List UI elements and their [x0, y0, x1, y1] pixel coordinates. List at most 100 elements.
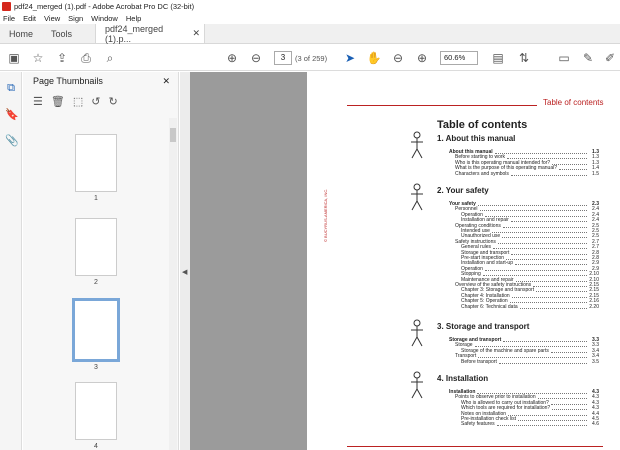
delete-icon[interactable]: 🗑 [51, 95, 65, 108]
toc-leader-dots [514, 264, 587, 266]
thumbnail-label: 4 [94, 443, 98, 450]
hand-tool-icon[interactable]: ✋ [366, 50, 382, 66]
window-title: pdf24_merged (1).pdf - Adobe Acrobat Pro… [14, 1, 195, 11]
attachments-icon[interactable]: 📎 [5, 134, 19, 147]
tab-document-label: pdf24_merged (1).p... [105, 23, 164, 44]
toc-leader-dots [518, 420, 587, 421]
menu-edit[interactable]: Edit [23, 14, 36, 23]
bookmark-star-icon[interactable]: ☆ [30, 50, 46, 66]
toc-leader-dots [497, 242, 587, 244]
menu-window[interactable]: Window [91, 14, 118, 23]
panel-collapse-bar[interactable]: ◀ [180, 72, 190, 450]
tab-bar: Home Tools pdf24_merged (1).p... ✕ [0, 24, 620, 44]
menu-bar: File Edit View Sign Window Help [0, 12, 620, 24]
thumbnail-scrollbar[interactable] [169, 118, 177, 450]
toc-leader-dots [510, 174, 587, 176]
toc-leader-dots [550, 351, 587, 353]
thumbnail-label: 1 [94, 195, 98, 202]
menu-file[interactable]: File [3, 14, 15, 23]
panel-toolbar: ☰ 🗑 ⬚ ↺ ↻ [23, 90, 178, 112]
toc-entry-page: 3.5 [592, 358, 599, 365]
page-thumbnail[interactable] [75, 382, 117, 440]
bookmarks-icon[interactable]: 🔖 [5, 108, 19, 121]
toc-entry-label: Safety features [461, 421, 495, 428]
tab-home[interactable]: Home [0, 24, 42, 43]
toolbar: ▣ ☆ ⇪ ⎙ ⌕ ⊕ ⊖ 3 (3 of 259) ➤ ✋ ⊖ ⊕ 60.6%… [0, 45, 620, 71]
page-thumbnail[interactable] [75, 134, 117, 192]
rotate-right-icon[interactable]: ↻ [108, 95, 117, 108]
zoom-in-icon[interactable]: ⊕ [414, 50, 430, 66]
menu-sign[interactable]: Sign [68, 14, 83, 23]
tab-document[interactable]: pdf24_merged (1).p... ✕ [95, 23, 206, 44]
toc-entry-label: Before transport [461, 358, 497, 365]
toc-leader-dots [536, 291, 587, 293]
toc-section-title[interactable]: 2. Your safety [437, 186, 489, 195]
toc-section-title[interactable]: 1. About this manual [437, 134, 515, 143]
zoom-out-icon[interactable]: ⊖ [390, 50, 406, 66]
scrollbar-thumb[interactable] [170, 128, 176, 142]
select-cursor-icon[interactable]: ➤ [342, 50, 358, 66]
save-icon[interactable]: ▣ [6, 50, 22, 66]
toc-leader-dots [559, 169, 587, 171]
toc-entry[interactable]: Characters and symbols 1.5 [455, 171, 599, 177]
section-illustration-icon [405, 370, 429, 400]
scroll-mode-icon[interactable]: ⇅ [516, 50, 532, 66]
toc-section-title[interactable]: 3. Storage and transport [437, 322, 529, 331]
options-menu-icon[interactable]: ☰ [33, 95, 43, 108]
highlight-pen-icon[interactable]: ✎ [580, 50, 596, 66]
toc-entry[interactable]: Operation 2.9 [461, 266, 599, 272]
toc-leader-dots [506, 259, 587, 260]
header-rule [347, 105, 537, 106]
draw-icon[interactable]: ✐ [602, 50, 618, 66]
menu-view[interactable]: View [44, 14, 60, 23]
comment-icon[interactable]: ▭ [556, 50, 572, 66]
print-icon[interactable]: ⎙ [78, 50, 94, 66]
toc-leader-dots [509, 302, 587, 304]
toc-leader-dots [494, 153, 587, 154]
toc-leader-dots [502, 226, 587, 228]
toc-leader-dots [511, 296, 587, 298]
toc-leader-dots [511, 253, 587, 255]
close-panel-icon[interactable]: ✕ [162, 76, 170, 87]
page-thumbnail-selected[interactable] [72, 298, 120, 362]
toc-entry[interactable]: Before transport 3.5 [461, 358, 599, 365]
acrobat-app-icon [2, 1, 11, 11]
toc-leader-dots [508, 414, 587, 416]
toc-entry[interactable]: Chapter 6: Technical data 2.20 [461, 304, 599, 310]
toc-entry[interactable]: Storage of the machine and spare parts 3.… [461, 348, 599, 354]
insert-page-icon[interactable]: ⬚ [73, 95, 83, 108]
toc-leader-dots [477, 205, 587, 206]
thumbnail-list: 1 2 3 4 [23, 118, 169, 450]
toc-title: Table of contents [437, 119, 528, 131]
thumbnails-panel: Page Thumbnails ✕ ☰ 🗑 ⬚ ↺ ↻ 1 2 3 4 [23, 72, 179, 450]
toc-leader-dots [550, 403, 587, 405]
page-thumbnail[interactable] [75, 218, 117, 276]
collapse-arrow-icon[interactable]: ◀ [182, 268, 187, 276]
page-down-icon[interactable]: ⊖ [248, 50, 264, 66]
toc-section-title[interactable]: 4. Installation [437, 374, 488, 383]
upload-icon[interactable]: ⇪ [54, 50, 70, 66]
search-icon[interactable]: ⌕ [102, 50, 118, 66]
title-bar: pdf24_merged (1).pdf - Adobe Acrobat Pro… [0, 0, 620, 12]
page-thumbnails-icon[interactable]: ⧉ [5, 82, 17, 94]
zoom-level-select[interactable]: 60.6% [440, 51, 478, 65]
panel-title: Page Thumbnails [33, 76, 103, 86]
section-illustration-icon [405, 130, 429, 160]
left-rail: ⧉ 🔖 📎 [0, 72, 22, 450]
close-icon[interactable]: ✕ [192, 28, 200, 39]
menu-help[interactable]: Help [126, 14, 141, 23]
toc-leader-dots [519, 307, 587, 309]
toc-leader-dots [502, 237, 587, 239]
thumbnail-label: 2 [94, 279, 98, 286]
toc-leader-dots [552, 163, 587, 165]
toc-leader-dots [503, 341, 587, 342]
toc-entry[interactable]: Safety features 4.6 [461, 422, 599, 427]
page-up-icon[interactable]: ⊕ [224, 50, 240, 66]
fit-page-icon[interactable]: ▤ [490, 50, 506, 66]
toc-leader-dots [484, 269, 587, 271]
page-number-input[interactable]: 3 [274, 51, 292, 65]
running-header: Table of contents [543, 98, 604, 107]
tab-tools[interactable]: Tools [42, 24, 81, 43]
rotate-left-icon[interactable]: ↺ [91, 95, 100, 108]
pdf-page: Table of contents Table of contents © BU… [307, 72, 620, 450]
